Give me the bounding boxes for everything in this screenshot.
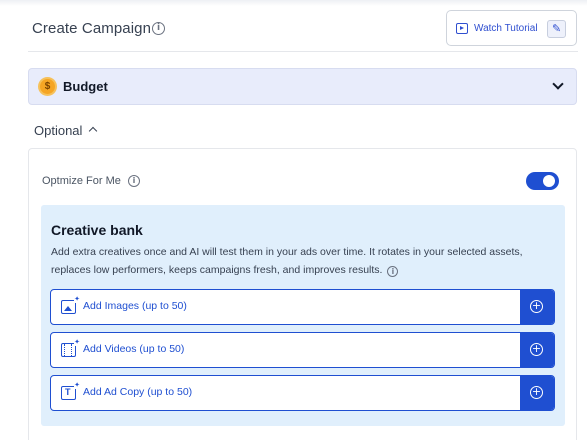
watch-tutorial-label: Watch Tutorial [474,23,538,34]
optimize-for-me-label: Optmize For Me [42,175,121,187]
text-glyph: T [65,387,71,397]
add-videos-row[interactable]: ✦ Add Videos (up to 50) + [50,332,555,368]
add-videos-label: Add Videos (up to 50) [83,343,185,355]
sparkle-icon: ✦ [74,338,80,346]
plus-circle-icon: + [530,385,543,399]
toggle-knob [543,175,555,187]
plus-circle-icon: + [530,342,543,356]
add-images-row[interactable]: ✦ Add Images (up to 50) + [50,289,555,325]
image-icon: ✦ [61,296,80,314]
coin-icon: $ [40,79,55,94]
page-title: Create Campaign [32,20,152,37]
info-icon[interactable]: i [128,175,140,187]
chevron-down-icon[interactable] [552,78,564,90]
add-images-button[interactable]: + [520,290,554,324]
add-images-label: Add Images (up to 50) [83,300,187,312]
optional-toggle-label[interactable]: Optional [34,123,82,138]
creative-bank-description: Add extra creatives once and AI will tes… [51,243,559,279]
sparkle-icon: ✦ [74,381,80,389]
info-icon[interactable]: i [152,22,165,35]
video-icon: ✦ [61,339,80,357]
sparkle-icon: ✦ [74,295,80,303]
chevron-up-icon[interactable] [88,126,98,136]
optional-panel: Optmize For Me i Creative bank Add extra… [28,148,577,440]
creative-bank-title: Creative bank [51,222,143,238]
creative-bank-card: Creative bank Add extra creatives once a… [41,205,565,426]
text-icon: T ✦ [61,382,80,400]
add-videos-button[interactable]: + [520,333,554,367]
info-icon[interactable]: i [387,266,399,277]
edit-icon[interactable] [547,20,566,38]
play-icon [456,23,468,34]
add-ad-copy-row[interactable]: T ✦ Add Ad Copy (up to 50) + [50,375,555,411]
optimize-for-me-toggle[interactable] [526,172,559,190]
top-shadow [0,0,587,6]
add-ad-copy-button[interactable]: + [520,376,554,410]
creative-bank-description-text: Add extra creatives once and AI will tes… [51,246,523,276]
budget-label: Budget [63,79,108,94]
budget-section-header[interactable]: $ Budget [28,68,577,105]
add-ad-copy-label: Add Ad Copy (up to 50) [83,386,193,398]
plus-circle-icon: + [530,299,543,313]
page-header: Create Campaign i Watch Tutorial [28,8,578,52]
watch-tutorial-button[interactable]: Watch Tutorial [446,10,577,46]
